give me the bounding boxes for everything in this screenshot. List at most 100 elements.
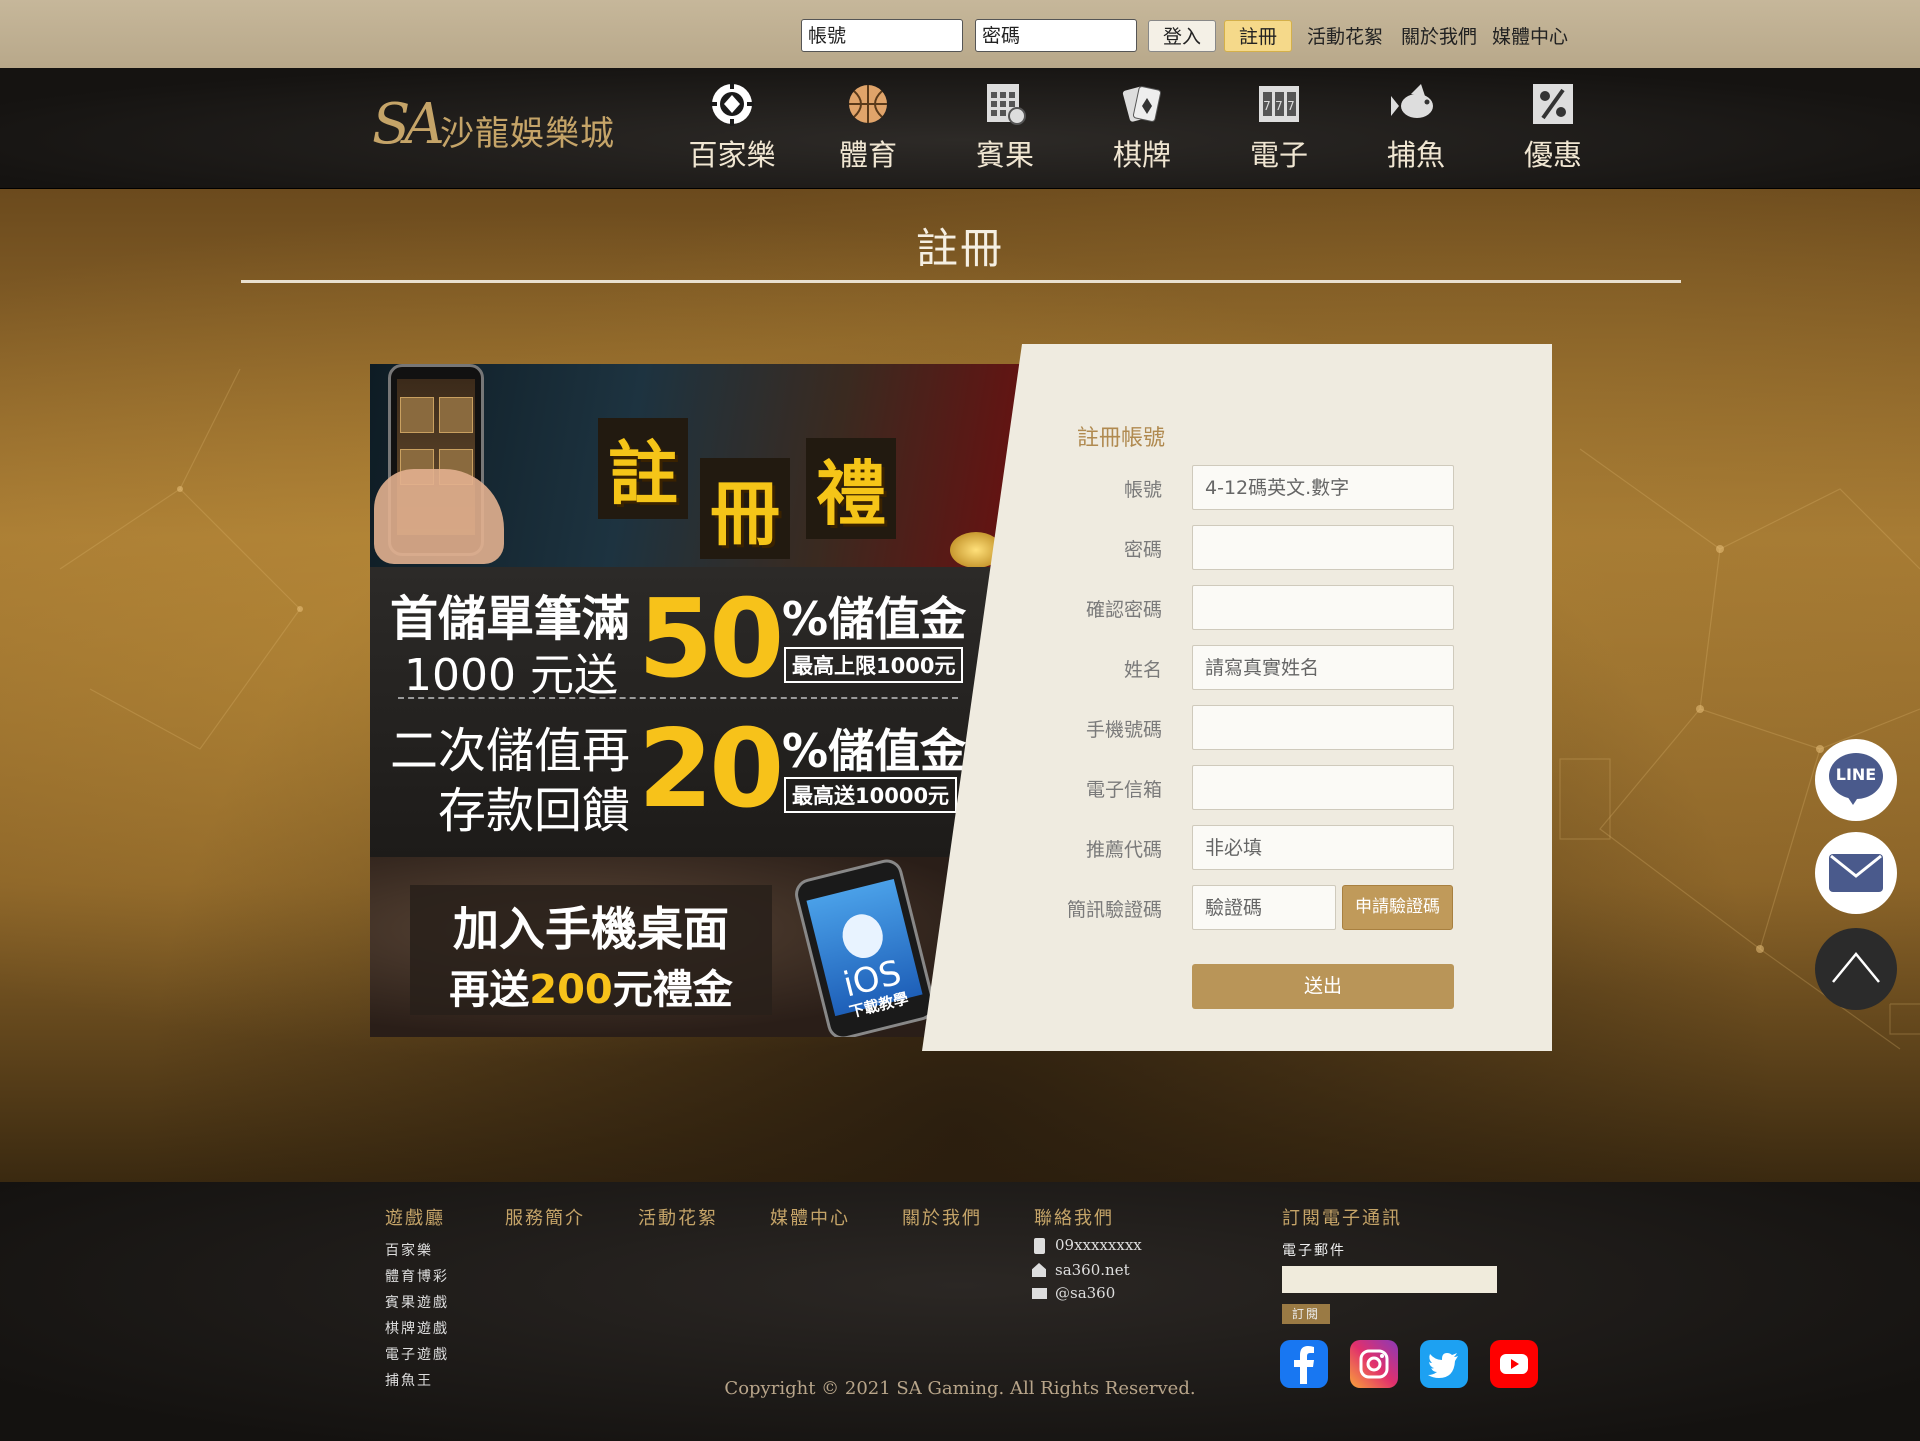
fish-icon xyxy=(1391,84,1433,118)
contact-website[interactable]: sa360.net xyxy=(1055,1261,1130,1279)
apple-icon xyxy=(837,909,888,963)
scroll-top-button[interactable] xyxy=(1815,928,1897,1010)
account-input[interactable] xyxy=(801,19,963,52)
newsletter-email-input[interactable] xyxy=(1282,1266,1497,1293)
title-underline xyxy=(241,280,1681,283)
nav-label: 優惠 xyxy=(1523,138,1582,172)
offer-divider xyxy=(398,697,958,699)
submit-button[interactable]: 送出 xyxy=(1192,964,1454,1009)
app-install-box: 加入手機桌面 再送200元禮金 xyxy=(410,885,772,1015)
footer-heading-services[interactable]: 服務簡介 xyxy=(505,1204,585,1230)
account-field[interactable] xyxy=(1192,465,1454,510)
email-label: 電子信箱 xyxy=(1085,779,1162,801)
app-install-line1: 加入手機桌面 xyxy=(453,902,729,956)
sms-code-field[interactable] xyxy=(1192,885,1336,930)
form-heading: 註冊帳號 xyxy=(1077,426,1166,451)
logo-name: 沙龍娛樂城 xyxy=(440,114,615,154)
footer-game-link[interactable]: 百家樂 xyxy=(385,1240,433,1260)
promo-reg-char: 禮 xyxy=(806,438,896,539)
footer-game-link[interactable]: 賓果遊戲 xyxy=(385,1292,449,1312)
footer-game-link[interactable]: 體育博彩 xyxy=(385,1266,449,1286)
playing-cards-icon xyxy=(1122,86,1162,122)
form-panel-bg xyxy=(922,344,1552,1051)
offer2-line-b: 存款回饋 xyxy=(438,783,631,839)
envelope-icon xyxy=(1829,854,1883,892)
account-label: 帳號 xyxy=(1123,479,1162,501)
hero-section: 註冊 註 冊 禮 首儲單筆滿 1000 元送 50 %儲值金 最高上限1000元… xyxy=(0,189,1920,1182)
phone-field[interactable] xyxy=(1192,705,1454,750)
name-label: 姓名 xyxy=(1123,659,1162,681)
svg-text:7: 7 xyxy=(1287,99,1295,113)
svg-text:7: 7 xyxy=(1275,99,1283,113)
events-link[interactable]: 活動花絮 xyxy=(1307,22,1383,49)
home-icon xyxy=(1032,1263,1046,1277)
nav-item-promotions[interactable]: 優惠 xyxy=(1498,82,1608,182)
footer-heading-events[interactable]: 活動花絮 xyxy=(638,1204,718,1230)
svg-text:7: 7 xyxy=(1263,99,1271,113)
offer2-percent-value: 20 xyxy=(638,707,784,832)
footer-heading-contact[interactable]: 聯絡我們 xyxy=(1034,1204,1114,1230)
promo-reg-char: 冊 xyxy=(700,458,790,559)
nav-label: 體育 xyxy=(838,138,897,172)
nav-label: 電子 xyxy=(1249,138,1308,172)
referral-field[interactable] xyxy=(1192,825,1454,870)
media-link[interactable]: 媒體中心 xyxy=(1492,22,1568,49)
phone-icon xyxy=(1034,1238,1045,1254)
email-field[interactable] xyxy=(1192,765,1454,810)
promo-reg-char: 註 xyxy=(598,418,688,519)
line-contact-button[interactable]: LINE xyxy=(1815,739,1897,821)
top-utility-bar: 登入 註冊 活動花絮 關於我們 媒體中心 xyxy=(0,0,1920,68)
line-label: LINE xyxy=(1835,765,1877,784)
site-logo[interactable]: SA 沙龍娛樂城 xyxy=(372,92,622,168)
discount-icon xyxy=(1533,84,1573,124)
slot-machine-icon: 7 7 7 xyxy=(1259,86,1299,122)
nav-item-fishing[interactable]: 捕魚 xyxy=(1361,82,1471,182)
contact-phone: 09xxxxxxxx xyxy=(1055,1236,1142,1254)
ios-download-phone[interactable]: iOS 下載教學 xyxy=(791,856,939,1037)
hand-image xyxy=(374,469,504,564)
nav-item-bingo[interactable]: 賓果 xyxy=(950,82,1060,182)
nav-label: 賓果 xyxy=(975,138,1034,172)
request-code-button[interactable]: 申請驗證碼 xyxy=(1342,885,1453,930)
register-button[interactable]: 註冊 xyxy=(1224,20,1292,52)
confirm-password-field[interactable] xyxy=(1192,585,1454,630)
baccarat-chip-icon xyxy=(710,82,754,126)
referral-label: 推薦代碼 xyxy=(1085,839,1162,861)
logo-mark: SA xyxy=(372,92,445,157)
nav-label: 捕魚 xyxy=(1386,138,1445,172)
footer-heading-about[interactable]: 關於我們 xyxy=(902,1204,982,1230)
about-link[interactable]: 關於我們 xyxy=(1401,22,1477,49)
login-button[interactable]: 登入 xyxy=(1148,20,1216,52)
site-footer: 遊戲廳 服務簡介 活動花絮 媒體中心 關於我們 聯絡我們 訂閱電子通訊 百家樂 … xyxy=(0,1182,1920,1441)
join-amount: 200 xyxy=(529,967,613,1013)
bingo-card-icon xyxy=(987,84,1026,125)
footer-heading-media[interactable]: 媒體中心 xyxy=(770,1204,850,1230)
footer-heading-newsletter: 訂閱電子通訊 xyxy=(1282,1208,1402,1229)
password-input[interactable] xyxy=(975,19,1137,52)
confirm-password-label: 確認密碼 xyxy=(1085,599,1162,621)
name-field[interactable] xyxy=(1192,645,1454,690)
copyright: Copyright © 2021 SA Gaming. All Rights R… xyxy=(724,1378,1196,1399)
newsletter-email-label: 電子郵件 xyxy=(1282,1243,1346,1259)
offer1-line-b: 1000 元送 xyxy=(404,650,618,701)
subscribe-button[interactable]: 訂閱 xyxy=(1282,1304,1330,1324)
page-title: 註冊 xyxy=(915,224,1004,273)
footer-game-link[interactable]: 棋牌遊戲 xyxy=(385,1318,449,1338)
password-field[interactable] xyxy=(1192,525,1454,570)
email-contact-button[interactable] xyxy=(1815,832,1897,914)
chevron-up-icon xyxy=(1832,952,1880,983)
nav-item-sports[interactable]: 體育 xyxy=(813,82,923,182)
password-label: 密碼 xyxy=(1123,539,1162,561)
offer1-percent-value: 50 xyxy=(638,577,784,702)
basketball-icon xyxy=(849,85,887,123)
mail-icon xyxy=(1032,1288,1047,1299)
nav-item-cards[interactable]: 棋牌 xyxy=(1087,82,1197,182)
footer-heading-games[interactable]: 遊戲廳 xyxy=(385,1204,445,1230)
footer-game-link[interactable]: 電子遊戲 xyxy=(385,1344,449,1364)
app-install-line2: 再送200元禮金 xyxy=(410,957,772,1015)
phone-label: 手機號碼 xyxy=(1085,719,1162,741)
nav-label: 百家樂 xyxy=(688,138,776,172)
register-form: 註冊帳號 帳號 密碼 確認密碼 姓名 手機號碼 電子信箱 推薦代碼 簡訊驗證碼 … xyxy=(922,344,1552,1051)
nav-item-baccarat[interactable]: 百家樂 xyxy=(677,82,787,182)
nav-item-slots[interactable]: 7 7 7 電子 xyxy=(1224,82,1334,182)
